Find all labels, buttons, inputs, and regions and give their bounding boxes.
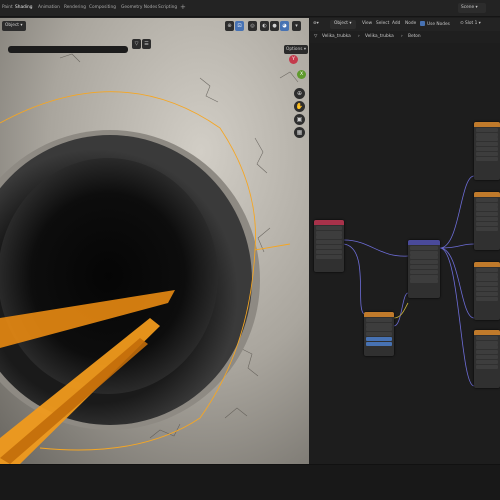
options-button[interactable]: Options ▾ (284, 45, 308, 54)
node-field-row (476, 286, 498, 291)
node-field-row (410, 255, 438, 260)
noise-texture-node[interactable] (364, 312, 394, 356)
node-field-row (476, 137, 498, 142)
viewport-shading-rendered-icon[interactable]: ◕ (280, 21, 289, 31)
node-field-row (476, 221, 498, 226)
proportional-editing-icon[interactable]: ◎ (248, 21, 257, 31)
node-header (474, 330, 500, 335)
scene-selector[interactable]: Scene ▾ (458, 3, 486, 13)
node-field-row (410, 264, 438, 269)
node-field-row (366, 341, 392, 346)
node-output-row (366, 327, 392, 332)
node-field-row (476, 216, 498, 221)
node-field-row (410, 260, 438, 265)
node-output-row (316, 225, 342, 230)
node-output-row (316, 249, 342, 254)
image-texture-node[interactable] (474, 122, 500, 180)
node-field-row (476, 151, 498, 156)
tab-scripting[interactable]: Scripting (158, 5, 177, 10)
node-field-row (476, 212, 498, 217)
status-bar (0, 464, 500, 500)
node-field-row (476, 350, 498, 355)
node-header (364, 312, 394, 317)
overlay-icon[interactable]: ☰ (142, 39, 151, 49)
node-field-row (476, 146, 498, 151)
node-field-row (410, 245, 438, 250)
image-texture-node[interactable] (474, 262, 500, 320)
image-texture-node[interactable] (474, 330, 500, 388)
node-field-row (476, 364, 498, 369)
node-field-row (410, 279, 438, 284)
tab-animation[interactable]: Animation (38, 5, 60, 10)
node-field-row (476, 291, 498, 296)
3d-viewport[interactable]: Object ▾ ⊕ ⊡ ◎ ◐ ● ◕ ▾ ▽ ☰ Options ▾ Y X… (0, 18, 309, 464)
image-texture-node[interactable] (474, 192, 500, 250)
gizmo-x-axis[interactable]: X (297, 70, 306, 79)
node-field-row (476, 156, 498, 161)
node-header (474, 262, 500, 267)
node-field-row (476, 340, 498, 345)
node-field-row (476, 226, 498, 231)
viewport-shading-material-icon[interactable]: ● (270, 21, 279, 31)
tab-geometry-nodes[interactable]: Geometry Nodes (121, 5, 157, 10)
workspace-tabs-bar: Paint Shading Animation Rendering Compos… (0, 0, 500, 17)
node-field-row (476, 202, 498, 207)
node-field-row (476, 345, 498, 350)
camera-icon[interactable]: ▣ (294, 114, 305, 125)
node-field-row (410, 269, 438, 274)
node-field-row (476, 197, 498, 202)
viewport-search-input[interactable] (8, 46, 128, 53)
options-label: Options (285, 47, 303, 52)
shading-options-icon[interactable]: ▾ (292, 21, 301, 31)
node-output-row (316, 235, 342, 240)
node-header (408, 240, 440, 245)
zoom-icon[interactable]: ⊕ (294, 88, 305, 99)
node-field-row (476, 359, 498, 364)
filter-icon[interactable]: ▽ (132, 39, 141, 49)
node-output-row (366, 317, 392, 322)
tab-compositing[interactable]: Compositing (89, 5, 116, 10)
node-field-row (476, 267, 498, 272)
gizmo-y-axis[interactable]: Y (289, 55, 298, 64)
node-field-row (410, 274, 438, 279)
node-field-row (476, 277, 498, 282)
tab-rendering[interactable]: Rendering (64, 5, 86, 10)
hand-icon[interactable]: ✋ (294, 101, 305, 112)
node-field-row (476, 272, 498, 277)
texture-coordinate-node[interactable] (314, 220, 344, 272)
node-output-row (316, 254, 342, 259)
node-header (474, 122, 500, 127)
node-field-row (476, 282, 498, 287)
mapping-node[interactable] (408, 240, 440, 298)
object-mode-selector[interactable]: Object ▾ (2, 21, 26, 31)
tab-shading[interactable]: Shading (15, 5, 32, 10)
object-mode-label: Object (5, 23, 19, 28)
node-field-row (476, 296, 498, 301)
node-field-row (476, 127, 498, 132)
shader-node-editor[interactable]: ⊚▾ Object ▾ View Select Add Node Use Nod… (310, 18, 500, 464)
node-output-row (316, 244, 342, 249)
viewport-shading-solid-icon[interactable]: ◐ (260, 21, 269, 31)
tab-paint[interactable]: Paint (2, 5, 13, 10)
node-field-row (410, 250, 438, 255)
node-field-row (366, 332, 392, 337)
node-header (314, 220, 344, 225)
node-field-row (476, 142, 498, 147)
snap-icon[interactable]: ⊡ (235, 21, 244, 31)
viewport-header: Object ▾ ⊕ ⊡ ◎ ◐ ● ◕ ▾ ▽ ☰ (0, 18, 309, 49)
grid-icon[interactable]: ▦ (294, 127, 305, 138)
viewport-render (0, 18, 309, 464)
node-field-row (476, 132, 498, 137)
transform-orientation-icon[interactable]: ⊕ (225, 21, 234, 31)
node-output-row (366, 322, 392, 327)
node-field-row (476, 335, 498, 340)
scene-name: Scene (461, 5, 475, 10)
node-output-row (316, 240, 342, 245)
add-workspace-button[interactable]: + (180, 3, 186, 11)
node-field-row (476, 354, 498, 359)
node-field-row (476, 207, 498, 212)
node-field-row (366, 336, 392, 341)
node-header (474, 192, 500, 197)
node-output-row (316, 230, 342, 235)
